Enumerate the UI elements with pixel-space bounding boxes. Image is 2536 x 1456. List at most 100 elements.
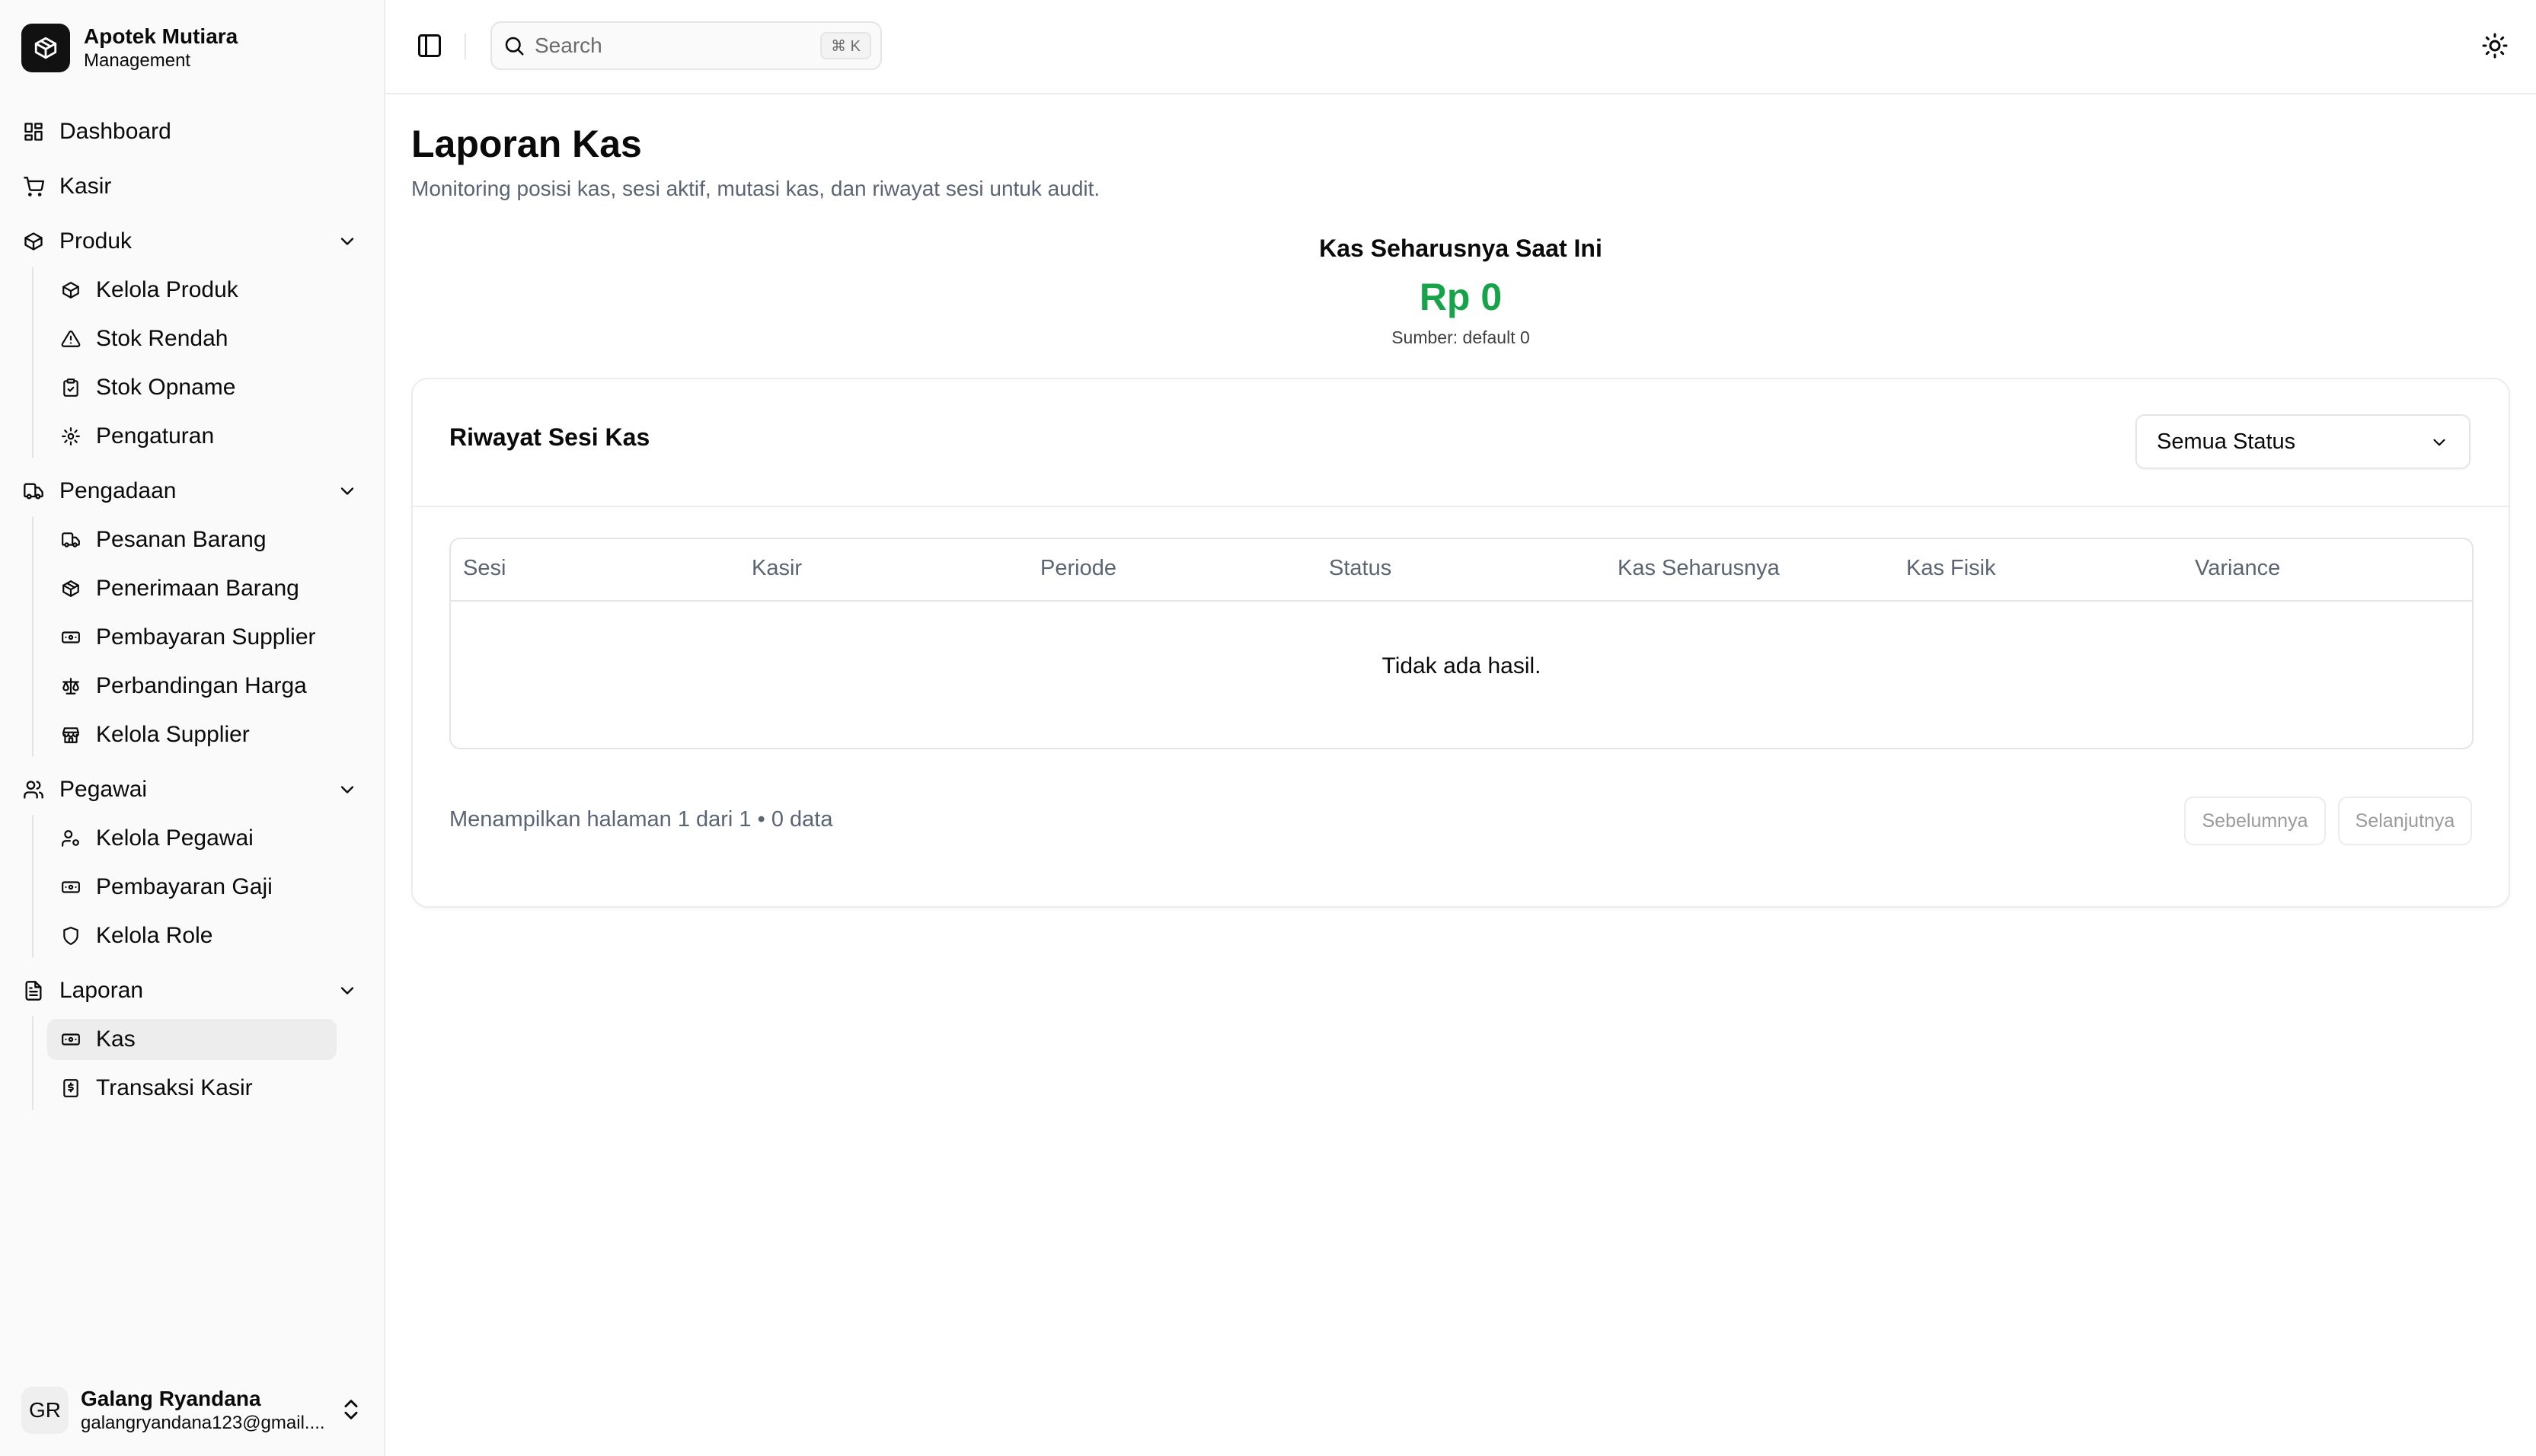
column-header-periode[interactable]: Periode bbox=[1040, 556, 1116, 581]
clipboard-check-icon bbox=[59, 376, 82, 399]
sidebar-group-laporan[interactable]: Laporan bbox=[21, 971, 385, 1011]
empty-state: Tidak ada hasil. bbox=[1381, 653, 1541, 679]
sidebar-item-pembayaran-supplier[interactable]: Pembayaran Supplier bbox=[47, 617, 337, 658]
table-header: Sesi Kasir Periode Status Kas Seharusnya… bbox=[451, 539, 2472, 602]
banknote-icon bbox=[59, 876, 82, 899]
sidebar-group-pengadaan[interactable]: Pengadaan bbox=[21, 471, 385, 511]
chevron-down-icon bbox=[340, 487, 354, 495]
sidebar-item-label: Stok Opname bbox=[96, 375, 236, 400]
file-text-icon bbox=[21, 979, 46, 1003]
chevron-down-icon bbox=[340, 238, 354, 245]
sidebar-item-label: Perbandingan Harga bbox=[96, 673, 307, 698]
sidebar-item-kelola-produk[interactable]: Kelola Produk bbox=[47, 270, 337, 311]
sidebar-item-pengaturan[interactable]: Pengaturan bbox=[47, 416, 337, 457]
app-subtitle: Management bbox=[84, 50, 191, 71]
next-page-button[interactable]: Selanjutnya bbox=[2338, 797, 2472, 845]
riwayat-sesi-card: Riwayat Sesi Kas Semua Status Sesi Kasir… bbox=[411, 378, 2510, 908]
banknote-icon bbox=[59, 1028, 82, 1051]
chevrons-up-down-icon bbox=[344, 1400, 358, 1419]
sidebar-item-kelola-supplier[interactable]: Kelola Supplier bbox=[47, 714, 337, 755]
gear-icon bbox=[59, 425, 82, 448]
sidebar-item-kasir[interactable]: Kasir bbox=[21, 167, 111, 206]
sidebar-item-stok-rendah[interactable]: Stok Rendah bbox=[47, 318, 337, 359]
sidebar-item-pembayaran-gaji[interactable]: Pembayaran Gaji bbox=[47, 867, 337, 908]
kas-label: Kas Seharusnya Saat Ini bbox=[1319, 235, 1602, 262]
package-icon bbox=[21, 229, 46, 254]
dashboard-grid-icon bbox=[21, 120, 46, 144]
sidebar: Apotek Mutiara Management Dashboard Kasi… bbox=[0, 0, 385, 1456]
sidebar-item-label: Dashboard bbox=[59, 119, 171, 144]
truck-icon bbox=[21, 479, 46, 503]
chevron-down-icon bbox=[340, 786, 354, 793]
sidebar-group-pegawai[interactable]: Pegawai bbox=[21, 770, 385, 809]
sidebar-item-transaksi-kasir[interactable]: Transaksi Kasir bbox=[47, 1068, 337, 1109]
sidebar-item-pesanan-barang[interactable]: Pesanan Barang bbox=[47, 519, 337, 560]
sidebar-item-label: Penerimaan Barang bbox=[96, 576, 299, 601]
sidebar-item-penerimaan-barang[interactable]: Penerimaan Barang bbox=[47, 568, 337, 609]
column-header-kas-seharusnya[interactable]: Kas Seharusnya bbox=[1618, 556, 1780, 581]
panel-left-icon[interactable] bbox=[416, 32, 443, 59]
sidebar-item-label: Kasir bbox=[59, 174, 112, 199]
truck-icon bbox=[59, 528, 82, 551]
sessions-table: Sesi Kasir Periode Status Kas Seharusnya… bbox=[449, 538, 2474, 749]
package-logo-icon bbox=[21, 24, 70, 72]
sidebar-item-label: Kelola Role bbox=[96, 923, 213, 948]
sidebar-item-label: Kelola Produk bbox=[96, 277, 238, 302]
sidebar-item-label: Kelola Supplier bbox=[96, 722, 250, 747]
user-name: Galang Ryandana bbox=[81, 1387, 261, 1410]
sidebar-item-kelola-pegawai[interactable]: Kelola Pegawai bbox=[47, 818, 337, 859]
search-icon bbox=[505, 37, 524, 56]
status-filter-value: Semua Status bbox=[2157, 429, 2296, 454]
top-header: Search ⌘ K bbox=[385, 0, 2536, 94]
sidebar-item-label: Pembayaran Gaji bbox=[96, 874, 273, 899]
column-header-variance[interactable]: Variance bbox=[2195, 556, 2280, 581]
search-placeholder: Search bbox=[535, 34, 602, 57]
scale-icon bbox=[59, 675, 82, 698]
sidebar-item-dashboard[interactable]: Dashboard bbox=[21, 112, 171, 152]
brand[interactable]: Apotek Mutiara Management bbox=[21, 23, 238, 73]
submenu-line bbox=[32, 1016, 34, 1110]
column-header-kas-fisik[interactable]: Kas Fisik bbox=[1906, 556, 1996, 581]
sidebar-item-label: Kelola Pegawai bbox=[96, 825, 254, 851]
warning-triangle-icon bbox=[59, 327, 82, 350]
sun-icon[interactable] bbox=[2481, 32, 2509, 59]
sidebar-item-label: Pembayaran Supplier bbox=[96, 624, 316, 650]
column-header-kasir[interactable]: Kasir bbox=[752, 556, 802, 581]
status-filter-select[interactable]: Semua Status bbox=[2135, 414, 2471, 469]
sidebar-item-kelola-role[interactable]: Kelola Role bbox=[47, 915, 337, 956]
card-title: Riwayat Sesi Kas bbox=[449, 423, 650, 451]
sidebar-item-label: Pesanan Barang bbox=[96, 527, 267, 552]
sidebar-item-label: Transaksi Kasir bbox=[96, 1075, 253, 1100]
page-description: Monitoring posisi kas, sesi aktif, mutas… bbox=[411, 177, 1100, 200]
users-icon bbox=[21, 777, 46, 802]
sidebar-group-label: Pegawai bbox=[59, 777, 148, 802]
sidebar-item-stok-opname[interactable]: Stok Opname bbox=[47, 367, 337, 408]
package-open-icon bbox=[59, 577, 82, 600]
search-input[interactable]: Search ⌘ K bbox=[490, 21, 882, 70]
avatar: GR bbox=[21, 1387, 69, 1434]
chevron-down-icon bbox=[340, 987, 354, 995]
header-divider bbox=[465, 34, 466, 59]
sidebar-item-perbandingan-harga[interactable]: Perbandingan Harga bbox=[47, 666, 337, 707]
sidebar-group-produk[interactable]: Produk bbox=[21, 222, 385, 261]
sidebar-item-kas[interactable]: Kas bbox=[47, 1019, 337, 1060]
sidebar-group-label: Pengadaan bbox=[59, 478, 177, 503]
app-name: Apotek Mutiara bbox=[84, 24, 238, 48]
kas-source: Sumber: default 0 bbox=[1391, 327, 1530, 347]
receipt-icon bbox=[59, 1077, 82, 1100]
package-icon bbox=[59, 279, 82, 302]
kas-value: Rp 0 bbox=[1419, 276, 1503, 318]
column-header-status[interactable]: Status bbox=[1329, 556, 1391, 581]
user-menu[interactable]: GR Galang Ryandana galangryandana123@gma… bbox=[21, 1386, 364, 1435]
previous-page-button[interactable]: Sebelumnya bbox=[2184, 797, 2326, 845]
kas-summary: Kas Seharusnya Saat Ini Rp 0 Sumber: def… bbox=[411, 231, 2510, 350]
cart-icon bbox=[21, 174, 46, 199]
sidebar-item-label: Kas bbox=[96, 1027, 136, 1052]
submenu-line bbox=[32, 267, 34, 458]
page-title: Laporan Kas bbox=[411, 123, 642, 165]
pagination-info: Menampilkan halaman 1 dari 1 • 0 data bbox=[449, 807, 833, 832]
sidebar-item-label: Stok Rendah bbox=[96, 326, 228, 351]
sidebar-group-label: Produk bbox=[59, 228, 133, 254]
sidebar-item-label: Pengaturan bbox=[96, 423, 215, 449]
column-header-sesi[interactable]: Sesi bbox=[463, 556, 506, 581]
